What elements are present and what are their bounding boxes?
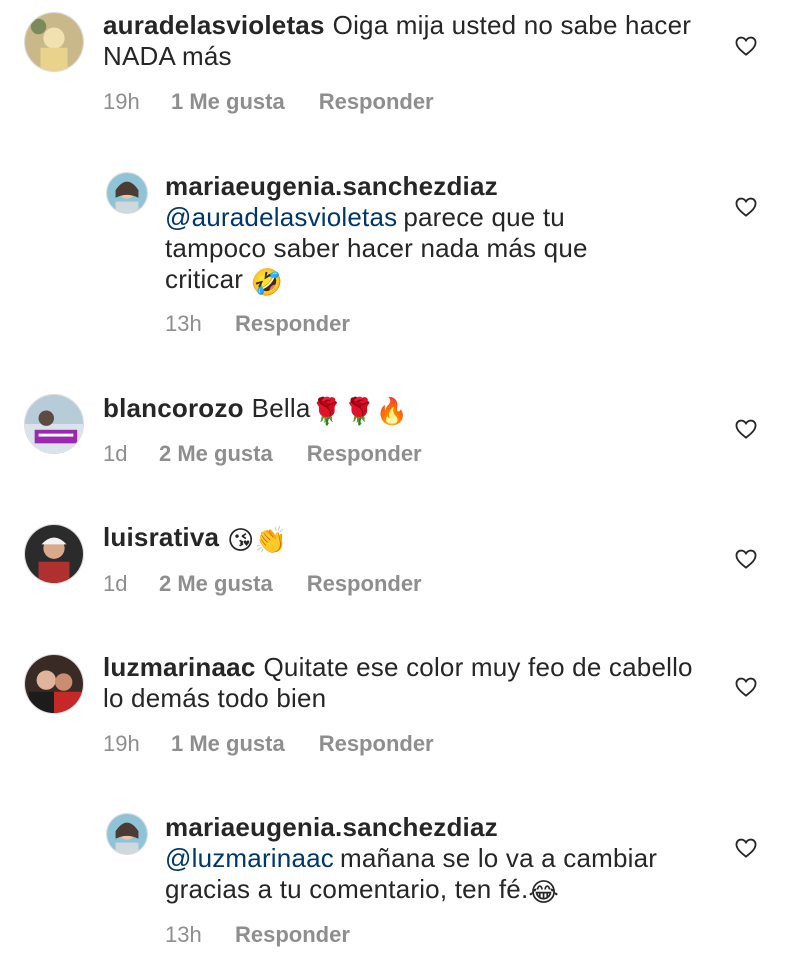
avatar[interactable] bbox=[106, 172, 148, 214]
comment-text: mariaeugenia.sanchezdiaz @luzmarinaac maña… bbox=[165, 812, 695, 908]
heart-outline-icon[interactable] bbox=[735, 36, 757, 56]
reply-button[interactable]: Responder bbox=[235, 922, 350, 948]
username[interactable]: mariaeugenia.sanchezdiaz bbox=[165, 171, 498, 201]
likes-count[interactable]: 2 Me gusta bbox=[159, 571, 273, 597]
comment-text: blancorozo Bella🌹🌹🔥 bbox=[103, 393, 703, 427]
likes-count[interactable]: 1 Me gusta bbox=[171, 89, 285, 115]
username[interactable]: auradelasvioletas bbox=[103, 10, 325, 40]
heart-outline-icon[interactable] bbox=[735, 838, 757, 858]
mention-link[interactable]: @luzmarinaac bbox=[165, 843, 334, 873]
timestamp: 1d bbox=[103, 571, 128, 596]
comment-text: auradelasvioletas Oiga mija usted no sabe… bbox=[103, 10, 703, 72]
timestamp: 13h bbox=[165, 922, 202, 947]
emoji: 🤣 bbox=[250, 267, 284, 297]
comment-meta: 19h 1 Me gusta Responder bbox=[103, 89, 434, 115]
emoji: 😘👏 bbox=[227, 525, 288, 555]
heart-outline-icon[interactable] bbox=[735, 197, 757, 217]
heart-outline-icon[interactable] bbox=[735, 549, 757, 569]
comment-body: Bella bbox=[251, 393, 311, 423]
comment-text: luzmarinaac Quitate ese color muy feo de … bbox=[103, 652, 703, 714]
username[interactable]: blancorozo bbox=[103, 393, 244, 423]
avatar[interactable] bbox=[24, 394, 84, 454]
reply-button[interactable]: Responder bbox=[319, 731, 434, 757]
comment-meta: 1d 2 Me gusta Responder bbox=[103, 441, 422, 467]
likes-count[interactable]: 2 Me gusta bbox=[159, 441, 273, 467]
emoji: 😂 bbox=[528, 877, 559, 907]
comment-text: luisrativa 😘👏 bbox=[103, 522, 703, 556]
comment-meta: 13h Responder bbox=[165, 922, 350, 948]
likes-count[interactable]: 1 Me gusta bbox=[171, 731, 285, 757]
username[interactable]: luzmarinaac bbox=[103, 652, 256, 682]
timestamp: 1d bbox=[103, 441, 128, 466]
username[interactable]: mariaeugenia.sanchezdiaz bbox=[165, 812, 498, 842]
timestamp: 19h bbox=[103, 89, 140, 114]
reply-button[interactable]: Responder bbox=[235, 311, 350, 337]
mention-link[interactable]: @auradelasvioletas bbox=[165, 202, 397, 232]
emoji: 🌹🌹🔥 bbox=[310, 396, 409, 426]
avatar[interactable] bbox=[106, 813, 148, 855]
heart-outline-icon[interactable] bbox=[735, 677, 757, 697]
timestamp: 19h bbox=[103, 731, 140, 756]
comment-meta: 1d 2 Me gusta Responder bbox=[103, 571, 422, 597]
avatar[interactable] bbox=[24, 12, 84, 72]
avatar[interactable] bbox=[24, 524, 84, 584]
timestamp: 13h bbox=[165, 311, 202, 336]
comment-meta: 13h Responder bbox=[165, 311, 350, 337]
avatar[interactable] bbox=[24, 654, 84, 714]
reply-button[interactable]: Responder bbox=[307, 571, 422, 597]
heart-outline-icon[interactable] bbox=[735, 419, 757, 439]
comment-meta: 19h 1 Me gusta Responder bbox=[103, 731, 434, 757]
reply-button[interactable]: Responder bbox=[319, 89, 434, 115]
reply-button[interactable]: Responder bbox=[307, 441, 422, 467]
username[interactable]: luisrativa bbox=[103, 522, 219, 552]
comment-text: mariaeugenia.sanchezdiaz @auradelasviolet… bbox=[165, 171, 665, 298]
